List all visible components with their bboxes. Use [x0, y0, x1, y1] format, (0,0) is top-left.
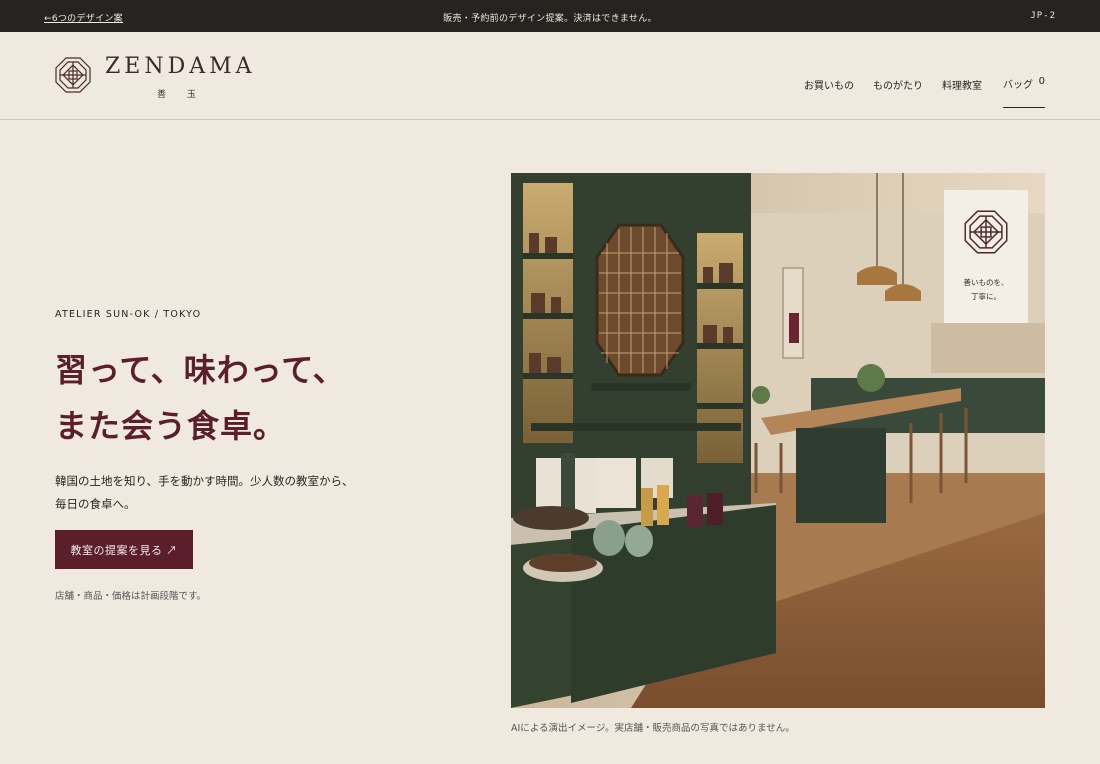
brand-name[interactable]: ZENDAMA [105, 54, 256, 79]
hero-lead-line1: 韓国の土地を知り、手を動かす時間。少人数の教室から、 [55, 474, 354, 488]
planning-note: 店舗・商品・価格は計画段階です。 [55, 591, 207, 602]
design-code: JP-2 [1030, 11, 1056, 21]
main-nav: お買いもの ものがたり 料理教室 バッグ 0 [785, 68, 1045, 108]
bag-count: 0 [1038, 76, 1045, 87]
view-class-proposal-button[interactable]: 教室の提案を見る ↗ [55, 530, 193, 569]
store-interior-image: 善いものを、 丁寧に。 [511, 173, 1045, 708]
badge-tagline-line1: 善いものを、 [963, 278, 1009, 287]
hero-lead-line2: 毎日の食卓へ。 [55, 497, 136, 511]
hero-headline: 習って、味わって、 また会う食卓。 [55, 342, 346, 454]
badge-tagline: 善いものを、 丁寧に。 [944, 276, 1028, 304]
bag-label: バッグ [1003, 80, 1033, 91]
zendama-logo-icon[interactable] [55, 57, 91, 93]
image-caption: AIによる演出イメージ。実店舗・販売商品の写真ではありません。 [511, 723, 795, 734]
bag-button[interactable]: バッグ 0 [1003, 76, 1045, 108]
nav-item-cooking-class[interactable]: 料理教室 [942, 77, 982, 92]
hero-eyebrow: ATELIER SUN-OK / TOKYO [55, 309, 202, 320]
top-announcement-bar: ←6つのデザイン案 販売・予約前のデザイン提案。決済はできません。 JP-2 [0, 0, 1100, 32]
brand-subtitle: 善 玉 [157, 90, 205, 100]
hero-lead: 韓国の土地を知り、手を動かす時間。少人数の教室から、 毎日の食卓へ。 [55, 470, 385, 516]
nav-item-shop[interactable]: お買いもの [804, 77, 854, 92]
brand-badge-card: 善いものを、 丁寧に。 [944, 190, 1028, 323]
nav-item-story[interactable]: ものがたり [873, 77, 923, 92]
hero-headline-line1: 習って、味わって、 [55, 351, 346, 389]
zendama-emblem-icon [964, 210, 1008, 254]
hero-headline-line2: また会う食卓。 [55, 407, 287, 445]
site-header: ZENDAMA 善 玉 お買いもの ものがたり 料理教室 バッグ 0 [0, 32, 1100, 120]
badge-tagline-line2: 丁寧に。 [971, 292, 1001, 301]
preview-notice: 販売・予約前のデザイン提案。決済はできません。 [443, 14, 657, 24]
